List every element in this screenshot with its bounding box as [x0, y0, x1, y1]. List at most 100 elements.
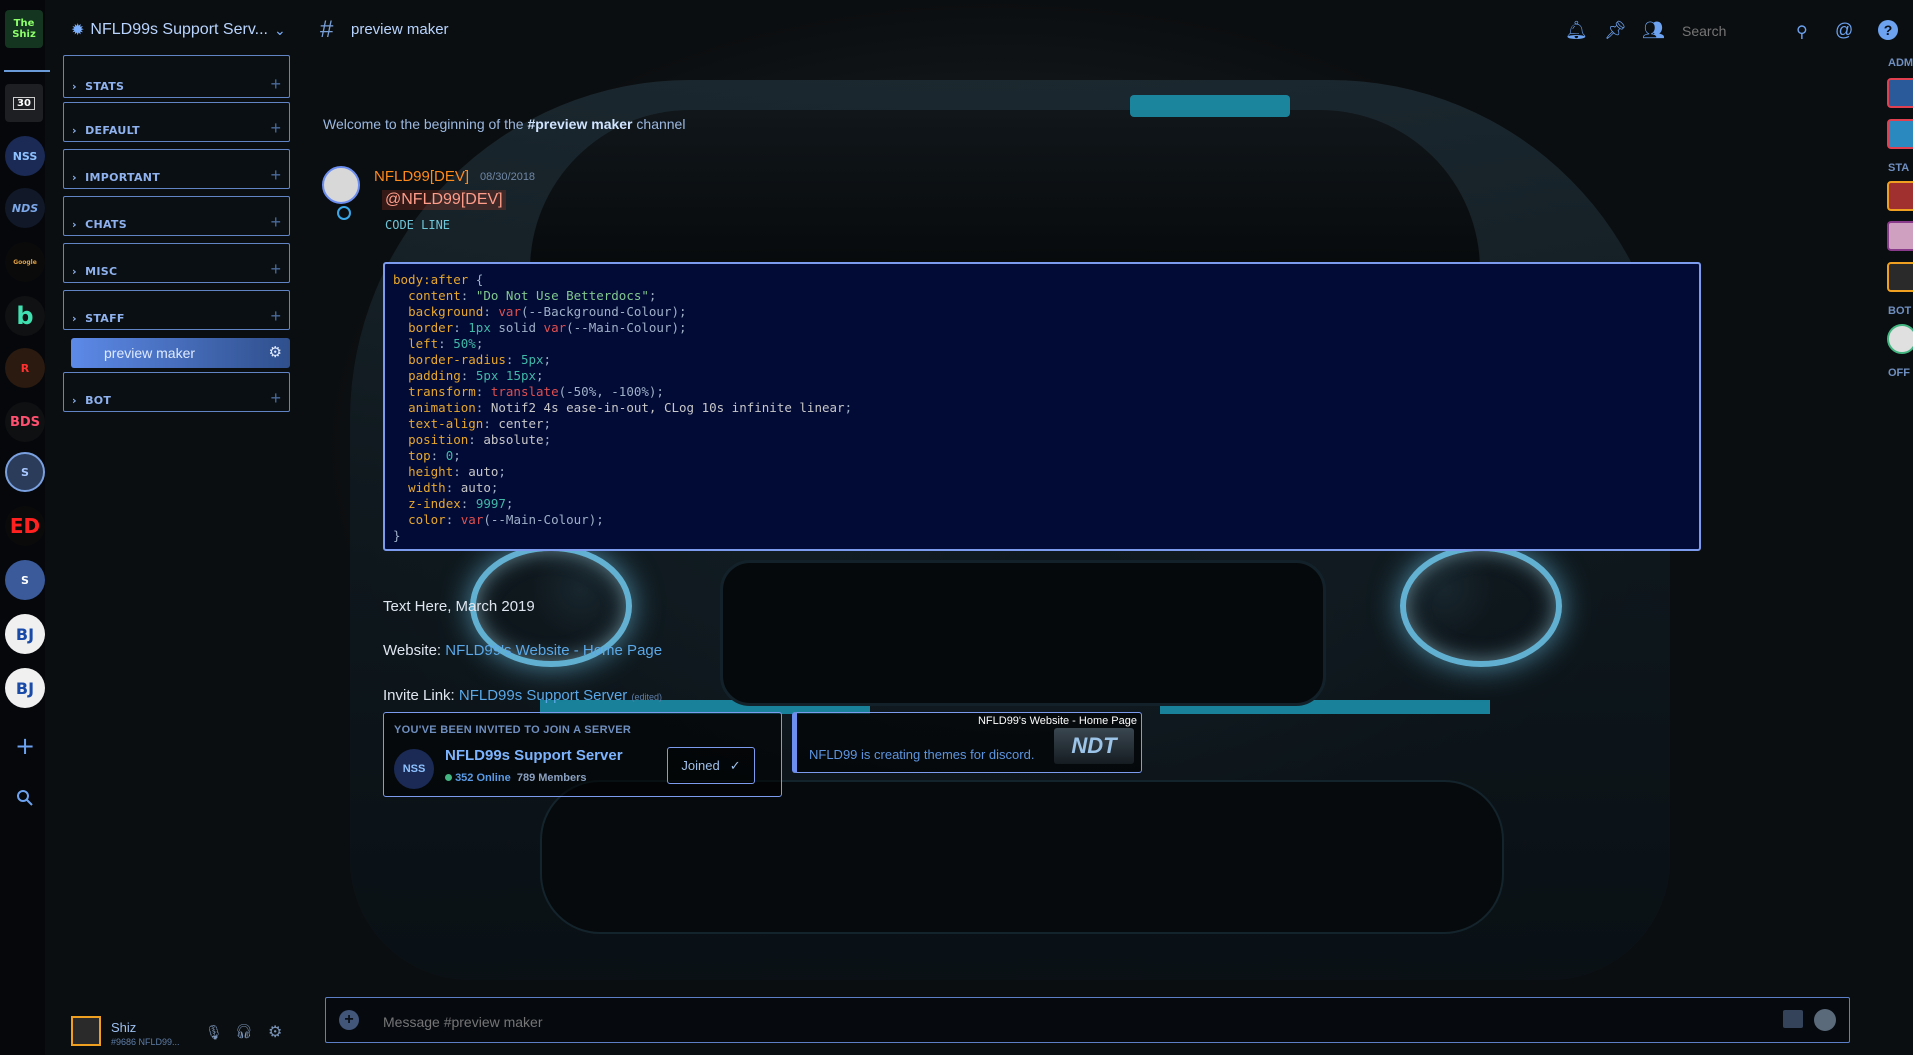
inline-code: CODE LINE [385, 218, 451, 232]
checkmark-icon: ✓ [729, 757, 741, 773]
add-channel-icon[interactable]: + [270, 259, 281, 280]
channel-item-preview-maker[interactable]: preview maker ⚙ [71, 338, 290, 368]
server-invite-card: YOU'VE BEEN INVITED TO JOIN A SERVER NSS… [383, 712, 782, 797]
server-icon-9[interactable]: S [5, 452, 45, 492]
server-icon-bds[interactable]: BDS [5, 402, 45, 442]
help-icon[interactable]: ? [1878, 20, 1898, 40]
server-rail: The Shiz 30 NSS NDS Google b R BDS S ED … [0, 0, 50, 1055]
message-timestamp: 08/30/2018 [480, 171, 536, 183]
user-tag: #9686 NFLD99... [111, 1037, 180, 1047]
server-icon-nds[interactable]: NDS [5, 188, 45, 228]
invite-link[interactable]: NFLD99s Support Server [459, 687, 627, 704]
pin-icon[interactable]: 📌︎ [1604, 20, 1627, 41]
bot-badge-icon [337, 206, 351, 220]
category-bot[interactable]: › BOT + [63, 372, 290, 412]
add-server-icon[interactable]: + [5, 726, 45, 766]
member-avatar[interactable] [1887, 181, 1913, 211]
server-icon-the-shiz[interactable]: The Shiz [5, 10, 43, 48]
category-default[interactable]: › DEFAULT + [63, 102, 290, 142]
mentions-icon[interactable]: @ [1835, 20, 1853, 41]
message-author[interactable]: NFLD99[DEV] [374, 168, 469, 185]
user-panel: Shiz #9686 NFLD99... 🎙︎ 🎧︎ ⚙ [68, 1010, 298, 1050]
folder-label: 30 [13, 96, 35, 110]
code-selector: body:after [393, 272, 469, 287]
member-avatar[interactable] [1887, 119, 1913, 149]
edited-tag: (edited) [631, 692, 662, 702]
user-name: Shiz [111, 1020, 137, 1035]
member-avatar[interactable] [1887, 78, 1913, 108]
category-staff[interactable]: › STAFF + [63, 290, 290, 330]
category-chats[interactable]: › CHATS + [63, 196, 290, 236]
upload-plus-icon[interactable]: + [339, 1010, 359, 1030]
code-block: body:after { content: "Do Not Use Better… [383, 262, 1701, 551]
category-label: › BOT [72, 394, 112, 407]
search-input[interactable] [1680, 18, 1814, 44]
category-misc[interactable]: › MISC + [63, 243, 290, 283]
category-label: › STATS [72, 80, 125, 93]
members-icon[interactable]: 👥︎ [1642, 20, 1665, 41]
member-category: BOT [1888, 305, 1912, 317]
mute-icon[interactable]: 🎙︎ [205, 1024, 223, 1041]
notification-bell-icon[interactable]: 🔔︎ [1565, 20, 1588, 41]
category-stats[interactable]: › STATS + [63, 55, 290, 98]
link-embed: NFLD99's Website - Home Page NFLD99 is c… [792, 712, 1142, 773]
rail-separator [4, 70, 50, 72]
hashtag-icon: # [320, 16, 334, 43]
server-icon-bj-1[interactable]: BJ [5, 614, 45, 654]
avatar[interactable] [71, 1016, 101, 1046]
add-channel-icon[interactable]: + [270, 388, 281, 409]
category-label: › CHATS [72, 218, 127, 231]
server-icon-betterdiscord[interactable]: b [5, 296, 45, 336]
member-category: STA [1888, 162, 1910, 174]
member-category: ADM [1888, 57, 1913, 69]
headphones-icon[interactable]: 🎧︎ [235, 1023, 253, 1040]
message-text: Text Here, March 2019 [383, 598, 535, 615]
category-label: › IMPORTANT [72, 171, 161, 184]
add-channel-icon[interactable]: + [270, 74, 281, 95]
channel-header: # preview maker 🔔︎ 📌︎ 👥︎ ⚲ @ ? [320, 10, 1910, 50]
add-channel-icon[interactable]: + [270, 212, 281, 233]
server-icon-google[interactable]: Google [5, 242, 45, 282]
member-avatar[interactable] [1887, 221, 1913, 251]
channel-label: preview maker [104, 345, 196, 361]
embed-title[interactable]: NFLD99's Website - Home Page [978, 715, 1137, 727]
message-composer: + [325, 997, 1850, 1043]
website-line: Website: NFLD99's Website - Home Page [383, 642, 663, 659]
category-important[interactable]: › IMPORTANT + [63, 149, 290, 189]
invite-server-name: NFLD99s Support Server [445, 747, 623, 764]
user-mention[interactable]: @NFLD99[DEV] [382, 190, 506, 210]
explore-search-icon[interactable] [5, 778, 45, 818]
member-avatar[interactable] [1887, 262, 1913, 292]
server-icon-nss[interactable]: NSS [5, 136, 45, 176]
embed-description: NFLD99 is creating themes for discord. [809, 747, 1035, 762]
gear-icon[interactable]: ⚙ [269, 343, 282, 361]
server-icon-ed[interactable]: ED [5, 506, 45, 546]
channel-welcome: Welcome to the beginning of the #preview… [323, 116, 686, 132]
settings-icon[interactable]: ⚙ [268, 1022, 282, 1042]
gif-icon[interactable] [1783, 1010, 1803, 1028]
invite-server-icon[interactable]: NSS [394, 749, 434, 789]
server-header[interactable]: ✹ NFLD99s Support Serv... ⌄ [71, 18, 286, 42]
category-label: › STAFF [72, 312, 125, 325]
member-avatar[interactable] [1887, 324, 1913, 354]
message-input[interactable] [381, 1010, 1685, 1034]
folder-30-icon[interactable]: 30 [5, 84, 43, 122]
online-dot-icon [445, 774, 452, 781]
embed-thumbnail[interactable]: NDT [1054, 728, 1134, 764]
add-channel-icon[interactable]: + [270, 165, 281, 186]
add-channel-icon[interactable]: + [270, 306, 281, 327]
gear-icon: ✹ [71, 22, 85, 39]
server-icon-bj-2[interactable]: BJ [5, 668, 45, 708]
category-label: › DEFAULT [72, 124, 140, 137]
add-channel-icon[interactable]: + [270, 118, 281, 139]
invite-stats: 352 Online 789 Members [445, 772, 587, 784]
server-icon-11[interactable]: S [5, 560, 45, 600]
website-link[interactable]: NFLD99's Website - Home Page [445, 642, 662, 659]
joined-button[interactable]: Joined ✓ [667, 747, 755, 784]
chevron-down-icon: ⌄ [273, 21, 286, 38]
channel-title: preview maker [351, 21, 449, 38]
emoji-icon[interactable] [1814, 1009, 1836, 1031]
invite-line: Invite Link: NFLD99s Support Server (edi… [383, 687, 662, 704]
author-avatar[interactable] [322, 166, 360, 204]
server-icon-character[interactable]: R [5, 348, 45, 388]
